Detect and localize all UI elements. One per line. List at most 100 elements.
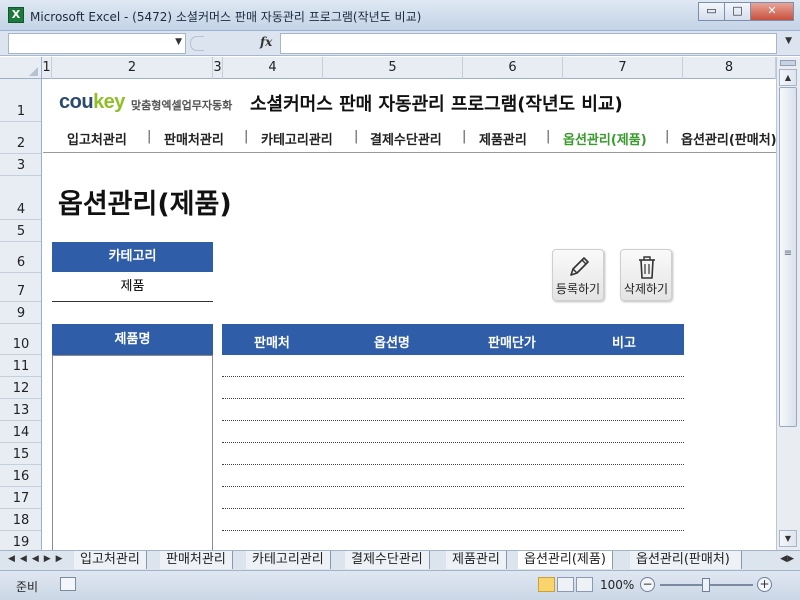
row-header-cell[interactable]: 4 bbox=[0, 176, 41, 220]
column-header-cell[interactable]: 6 bbox=[463, 57, 563, 79]
sheet-tab-inbound[interactable]: 입고처관리 bbox=[74, 551, 147, 569]
nav-item-products[interactable]: 제품관리 bbox=[479, 129, 527, 148]
nav-item-categories[interactable]: 카테고리관리 bbox=[261, 129, 333, 148]
page-break-view-icon[interactable] bbox=[576, 577, 593, 592]
window-controls: ▭ □ ✕ bbox=[698, 2, 794, 21]
brand-logo-co: cou bbox=[59, 91, 94, 113]
trash-icon bbox=[639, 256, 655, 279]
grid-row[interactable] bbox=[222, 508, 684, 509]
grid-row[interactable] bbox=[222, 420, 684, 421]
row-header-cell[interactable]: 6 bbox=[0, 242, 41, 273]
macro-record-icon[interactable] bbox=[60, 577, 76, 591]
close-button[interactable]: ✕ bbox=[750, 2, 794, 21]
tab-scroll-arrows-icon[interactable]: ◀◀◀▶▶ bbox=[8, 554, 68, 564]
nav-item-option-product[interactable]: 옵션관리(제품) bbox=[563, 129, 647, 148]
scroll-up-icon[interactable]: ▲ bbox=[779, 69, 797, 86]
row-header-cell[interactable]: 17 bbox=[0, 487, 41, 509]
row-header-cell[interactable]: 16 bbox=[0, 465, 41, 487]
scroll-thumb[interactable] bbox=[779, 87, 797, 427]
select-all-button[interactable] bbox=[0, 57, 42, 79]
nav-item-payment[interactable]: 결제수단관리 bbox=[370, 129, 442, 148]
maximize-button[interactable]: □ bbox=[724, 2, 751, 21]
row-header-cell[interactable]: 3 bbox=[0, 154, 41, 176]
grid-row[interactable] bbox=[222, 442, 684, 443]
window-titlebar: X Microsoft Excel - (5472) 소셜커머스 판매 자동관리… bbox=[0, 0, 800, 31]
nav-separator: | bbox=[354, 129, 359, 144]
formula-bar: ▼ fx ▼ bbox=[0, 31, 800, 56]
delete-button[interactable]: 삭제하기 bbox=[620, 249, 672, 301]
register-button[interactable]: 등록하기 bbox=[552, 249, 604, 301]
grid-row[interactable] bbox=[222, 376, 684, 377]
category-select[interactable]: 제품 bbox=[52, 273, 213, 302]
sheet-tab-sellers[interactable]: 판매처관리 bbox=[160, 551, 233, 569]
formula-tools: fx bbox=[190, 33, 280, 54]
brand-logo: coukey bbox=[59, 91, 125, 114]
grid-row[interactable] bbox=[222, 486, 684, 487]
row-header-cell[interactable]: 1 bbox=[0, 79, 41, 122]
row-header-cell[interactable]: 12 bbox=[0, 377, 41, 399]
page-layout-view-icon[interactable] bbox=[557, 577, 574, 592]
horizontal-scroll-arrows-icon[interactable]: ◀▶ bbox=[780, 554, 794, 564]
row-header-cell[interactable]: 2 bbox=[0, 122, 41, 154]
minimize-button[interactable]: ▭ bbox=[698, 2, 725, 21]
row-number: 10 bbox=[12, 337, 30, 352]
category-label: 카테고리 bbox=[52, 242, 213, 272]
status-ready: 준비 bbox=[16, 580, 39, 594]
column-header-cell[interactable]: 3 bbox=[213, 57, 223, 79]
sheet-tab-option-seller[interactable]: 옵션관리(판매처) bbox=[630, 551, 742, 569]
sheet-tab-products[interactable]: 제품관리 bbox=[446, 551, 507, 569]
product-listbox[interactable] bbox=[52, 355, 213, 550]
grid-row[interactable] bbox=[222, 398, 684, 399]
chevron-down-icon[interactable]: ▼ bbox=[175, 37, 182, 47]
row-header-cell[interactable]: 7 bbox=[0, 273, 41, 302]
row-header-cell[interactable]: 19 bbox=[0, 531, 41, 550]
row-header-cell[interactable]: 5 bbox=[0, 220, 41, 242]
scroll-down-icon[interactable]: ▼ bbox=[779, 530, 797, 547]
normal-view-icon[interactable] bbox=[538, 577, 555, 592]
nav-item-sellers[interactable]: 판매처관리 bbox=[164, 129, 224, 148]
column-header-cell[interactable]: 4 bbox=[223, 57, 323, 79]
row-number: 11 bbox=[12, 359, 30, 374]
zoom-slider-thumb[interactable] bbox=[702, 578, 710, 592]
nav-separator: | bbox=[147, 129, 152, 144]
row-header-cell[interactable]: 11 bbox=[0, 355, 41, 377]
row-header-cell[interactable]: 14 bbox=[0, 421, 41, 443]
formula-input[interactable] bbox=[280, 33, 777, 54]
excel-app-icon[interactable]: X bbox=[8, 7, 24, 23]
nav-item-inbound[interactable]: 입고처관리 bbox=[67, 129, 127, 148]
grid-header-note: 비고 bbox=[612, 336, 636, 351]
row-header-cell[interactable]: 10 bbox=[0, 324, 41, 355]
row-header-cell[interactable]: 18 bbox=[0, 509, 41, 531]
worksheet[interactable]: coukey 맞춤형엑셀업무자동화 소셜커머스 판매 자동관리 프로그램(작년도… bbox=[43, 79, 776, 550]
sheet-tab-payment[interactable]: 결제수단관리 bbox=[345, 551, 430, 569]
row-number: 12 bbox=[12, 381, 30, 396]
column-header-cell[interactable]: 2 bbox=[52, 57, 213, 79]
splitter-handle[interactable] bbox=[190, 36, 204, 51]
split-handle[interactable] bbox=[780, 60, 796, 66]
grid-header-option: 옵션명 bbox=[374, 336, 410, 351]
vertical-scrollbar[interactable]: ▲ ▼ bbox=[776, 57, 800, 550]
nav-separator: | bbox=[244, 129, 249, 144]
column-header-cell[interactable]: 1 bbox=[42, 57, 52, 79]
row-header-cell[interactable]: 13 bbox=[0, 399, 41, 421]
zoom-out-icon[interactable]: − bbox=[640, 577, 655, 592]
pencil-icon bbox=[570, 257, 589, 276]
zoom-in-icon[interactable]: + bbox=[757, 577, 772, 592]
sheet-tab-option-product[interactable]: 옵션관리(제품) bbox=[518, 551, 613, 569]
zoom-level[interactable]: 100% bbox=[600, 578, 634, 592]
grid-row[interactable] bbox=[222, 530, 684, 531]
sheet-tab-categories[interactable]: 카테고리관리 bbox=[246, 551, 331, 569]
row-header-cell[interactable]: 15 bbox=[0, 443, 41, 465]
nav-item-option-seller[interactable]: 옵션관리(판매처) bbox=[681, 129, 776, 148]
name-box[interactable]: ▼ bbox=[8, 33, 186, 54]
row-number: 2 bbox=[16, 136, 26, 151]
column-header-cell[interactable]: 5 bbox=[323, 57, 463, 79]
insert-function-button[interactable]: fx bbox=[260, 35, 272, 49]
status-bar: 준비 100% − + bbox=[0, 570, 800, 600]
grid-row[interactable] bbox=[222, 464, 684, 465]
expand-formula-icon[interactable]: ▼ bbox=[785, 36, 792, 46]
row-number: 9 bbox=[16, 306, 26, 321]
column-header-cell[interactable]: 7 bbox=[563, 57, 683, 79]
column-header-cell[interactable]: 8 bbox=[683, 57, 776, 79]
row-header-cell[interactable]: 9 bbox=[0, 302, 41, 324]
